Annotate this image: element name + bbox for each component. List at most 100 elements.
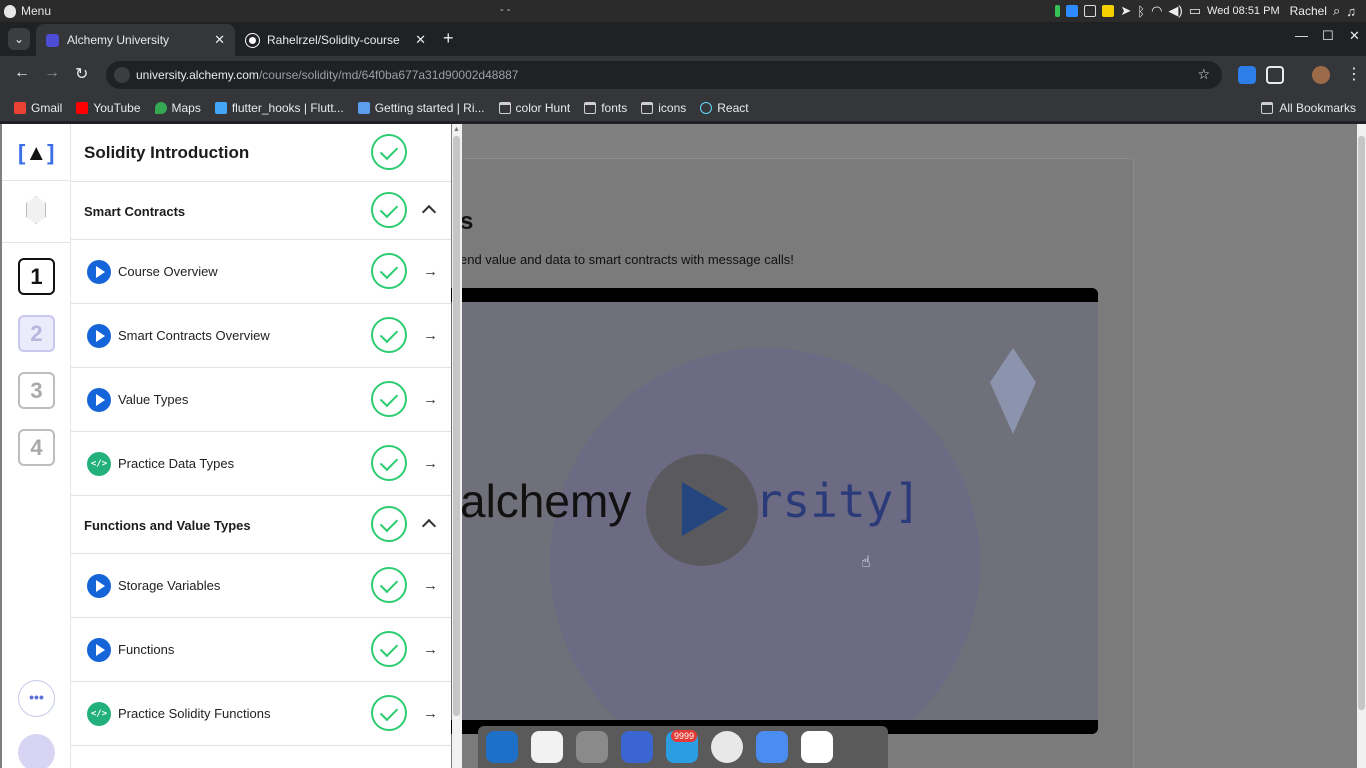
clipboard-icon[interactable] bbox=[1084, 5, 1097, 17]
arrow-right-icon[interactable]: → bbox=[423, 327, 438, 344]
tab-search-chevron-icon[interactable]: ⌄ bbox=[8, 28, 30, 50]
lesson-item[interactable]: Smart Contracts Overview → bbox=[71, 304, 451, 368]
folder-icon bbox=[641, 101, 654, 114]
bookmark-maps[interactable]: Maps bbox=[154, 100, 201, 115]
mail-icon[interactable] bbox=[621, 731, 653, 763]
ethereum-hex-icon[interactable] bbox=[26, 196, 46, 224]
play-icon[interactable] bbox=[682, 482, 728, 536]
all-bookmarks[interactable]: All Bookmarks bbox=[1261, 101, 1356, 115]
section-smart-contracts[interactable]: Smart Contracts bbox=[71, 182, 451, 240]
maximize-icon[interactable]: ☐ bbox=[1322, 28, 1334, 44]
close-tab-icon[interactable]: ✕ bbox=[214, 32, 225, 48]
bookmark-gmail[interactable]: Gmail bbox=[14, 101, 62, 115]
browser-menu-icon[interactable]: ⋮ bbox=[1346, 64, 1362, 84]
bell-icon[interactable]: ♫ bbox=[1346, 4, 1356, 19]
volume-icon[interactable]: ◀) bbox=[1168, 3, 1182, 19]
back-arrow-icon[interactable]: ← bbox=[14, 64, 30, 82]
bookmark-getting-started[interactable]: Getting started | Ri... bbox=[357, 101, 485, 115]
check-circle-icon bbox=[371, 134, 407, 170]
folder-icon bbox=[584, 101, 597, 114]
site-info-icon[interactable] bbox=[114, 67, 130, 83]
brand-alchemy: alchemy bbox=[460, 475, 632, 527]
bookmark-folder-icons[interactable]: icons bbox=[641, 101, 686, 115]
battery-icon[interactable]: ▭ bbox=[1189, 3, 1201, 19]
address-bar[interactable]: university.alchemy.com/course/solidity/m… bbox=[106, 61, 1222, 89]
reload-icon[interactable]: ↻ bbox=[75, 64, 88, 84]
extensions-puzzle-icon[interactable] bbox=[1266, 66, 1284, 84]
wifi-icon[interactable] bbox=[801, 731, 833, 763]
bookmark-folder-color-hunt[interactable]: color Hunt bbox=[498, 101, 570, 115]
os-menu-label[interactable]: Menu bbox=[21, 4, 51, 18]
sidebar-scroll-thumb[interactable] bbox=[453, 136, 460, 716]
notification-badge: 9999 bbox=[671, 730, 698, 742]
unit-button-3[interactable]: 3 bbox=[18, 372, 55, 409]
close-tab-icon[interactable]: ✕ bbox=[415, 32, 426, 48]
more-options-button[interactable]: ••• bbox=[18, 680, 55, 717]
clock[interactable]: Wed 08:51 PM bbox=[1207, 5, 1280, 17]
gmail-icon bbox=[14, 101, 26, 114]
browser-icon[interactable] bbox=[531, 731, 563, 763]
user-name[interactable]: Rachel bbox=[1290, 4, 1327, 18]
lesson-label: Course Overview bbox=[118, 264, 218, 279]
lesson-item[interactable]: Course Overview → bbox=[71, 240, 451, 304]
arrow-right-icon[interactable]: → bbox=[423, 641, 438, 658]
lesson-label: Practice Solidity Functions bbox=[118, 706, 271, 721]
lesson-item[interactable]: Functions → bbox=[71, 618, 451, 682]
lesson-item[interactable]: Storage Variables → bbox=[71, 554, 451, 618]
lesson-item[interactable]: Value Types → bbox=[71, 368, 451, 432]
scroll-up-arrow-icon[interactable]: ▲ bbox=[453, 126, 460, 133]
chevron-up-icon[interactable] bbox=[421, 518, 437, 534]
files-icon[interactable] bbox=[756, 731, 788, 763]
browser-tab-strip: ⌄ Alchemy University ✕ Rahelrzel/Solidit… bbox=[0, 22, 1366, 56]
settings-icon[interactable] bbox=[576, 731, 608, 763]
url-text[interactable]: university.alchemy.com/course/solidity/m… bbox=[136, 68, 518, 82]
unit-button-4[interactable]: 4 bbox=[18, 429, 55, 466]
course-title: Solidity Introduction bbox=[84, 143, 250, 162]
bookmark-folder-fonts[interactable]: fonts bbox=[584, 101, 627, 115]
section-functions-value-types[interactable]: Functions and Value Types bbox=[71, 496, 451, 554]
extension-translate-icon[interactable] bbox=[1238, 66, 1256, 84]
unit-button-1[interactable]: 1 bbox=[18, 258, 55, 295]
forward-arrow-icon[interactable]: → bbox=[44, 64, 60, 82]
bookmark-youtube[interactable]: YouTube bbox=[76, 101, 141, 115]
bookmark-flutter-hooks[interactable]: flutter_hooks | Flutt... bbox=[214, 101, 344, 115]
section-title: Functions and Value Types bbox=[84, 518, 251, 533]
wifi-tray-icon[interactable]: ◠ bbox=[1151, 3, 1162, 19]
bookmark-label: Maps bbox=[171, 100, 201, 115]
user-avatar[interactable] bbox=[18, 734, 55, 768]
telegram-tray-icon[interactable]: ➤ bbox=[1120, 3, 1131, 19]
bookmark-react[interactable]: React bbox=[700, 101, 749, 115]
arrow-right-icon[interactable]: → bbox=[423, 263, 438, 280]
page-scroll-thumb[interactable] bbox=[1358, 136, 1365, 710]
chevron-up-icon[interactable] bbox=[421, 204, 437, 220]
new-tab-plus-icon[interactable]: + bbox=[443, 28, 454, 49]
close-window-icon[interactable]: ✕ bbox=[1349, 28, 1360, 44]
bookmark-label: icons bbox=[658, 100, 687, 115]
notes-icon[interactable] bbox=[1102, 5, 1115, 17]
unit-button-2[interactable]: 2 bbox=[18, 315, 55, 352]
video-player[interactable]: alchemy niversity] bbox=[420, 288, 1098, 734]
alchemy-logo-icon[interactable]: [▲] bbox=[18, 138, 54, 168]
arrow-right-icon[interactable]: → bbox=[423, 455, 438, 472]
riverpod-icon bbox=[357, 101, 370, 114]
video-globe-graphic bbox=[550, 348, 980, 734]
apple-menu-icon[interactable] bbox=[4, 4, 16, 18]
minimize-icon[interactable]: — bbox=[1295, 28, 1308, 43]
arrow-right-icon[interactable]: → bbox=[423, 391, 438, 408]
bluetooth-icon[interactable]: ᛒ bbox=[1137, 4, 1145, 19]
lesson-item[interactable]: </> Practice Data Types → bbox=[71, 432, 451, 496]
tab-alchemy-university[interactable]: Alchemy University ✕ bbox=[36, 24, 235, 56]
vscode-icon[interactable] bbox=[486, 731, 518, 763]
bookmark-star-icon[interactable]: ☆ bbox=[1197, 66, 1210, 83]
arrow-right-icon[interactable]: → bbox=[423, 705, 438, 722]
arrow-right-icon[interactable]: → bbox=[423, 577, 438, 594]
lesson-item[interactable]: </> Practice Solidity Functions → bbox=[71, 682, 451, 746]
chrome-icon[interactable] bbox=[711, 731, 743, 763]
divider bbox=[2, 242, 70, 243]
lesson-label: Smart Contracts Overview bbox=[118, 328, 270, 343]
tab-github-repo[interactable]: Rahelrzel/Solidity-course ✕ bbox=[236, 24, 436, 56]
check-circle-icon bbox=[371, 381, 407, 417]
search-icon[interactable]: ⌕ bbox=[1333, 3, 1340, 19]
profile-avatar-icon[interactable] bbox=[1312, 66, 1330, 84]
download-icon[interactable] bbox=[1066, 5, 1079, 17]
